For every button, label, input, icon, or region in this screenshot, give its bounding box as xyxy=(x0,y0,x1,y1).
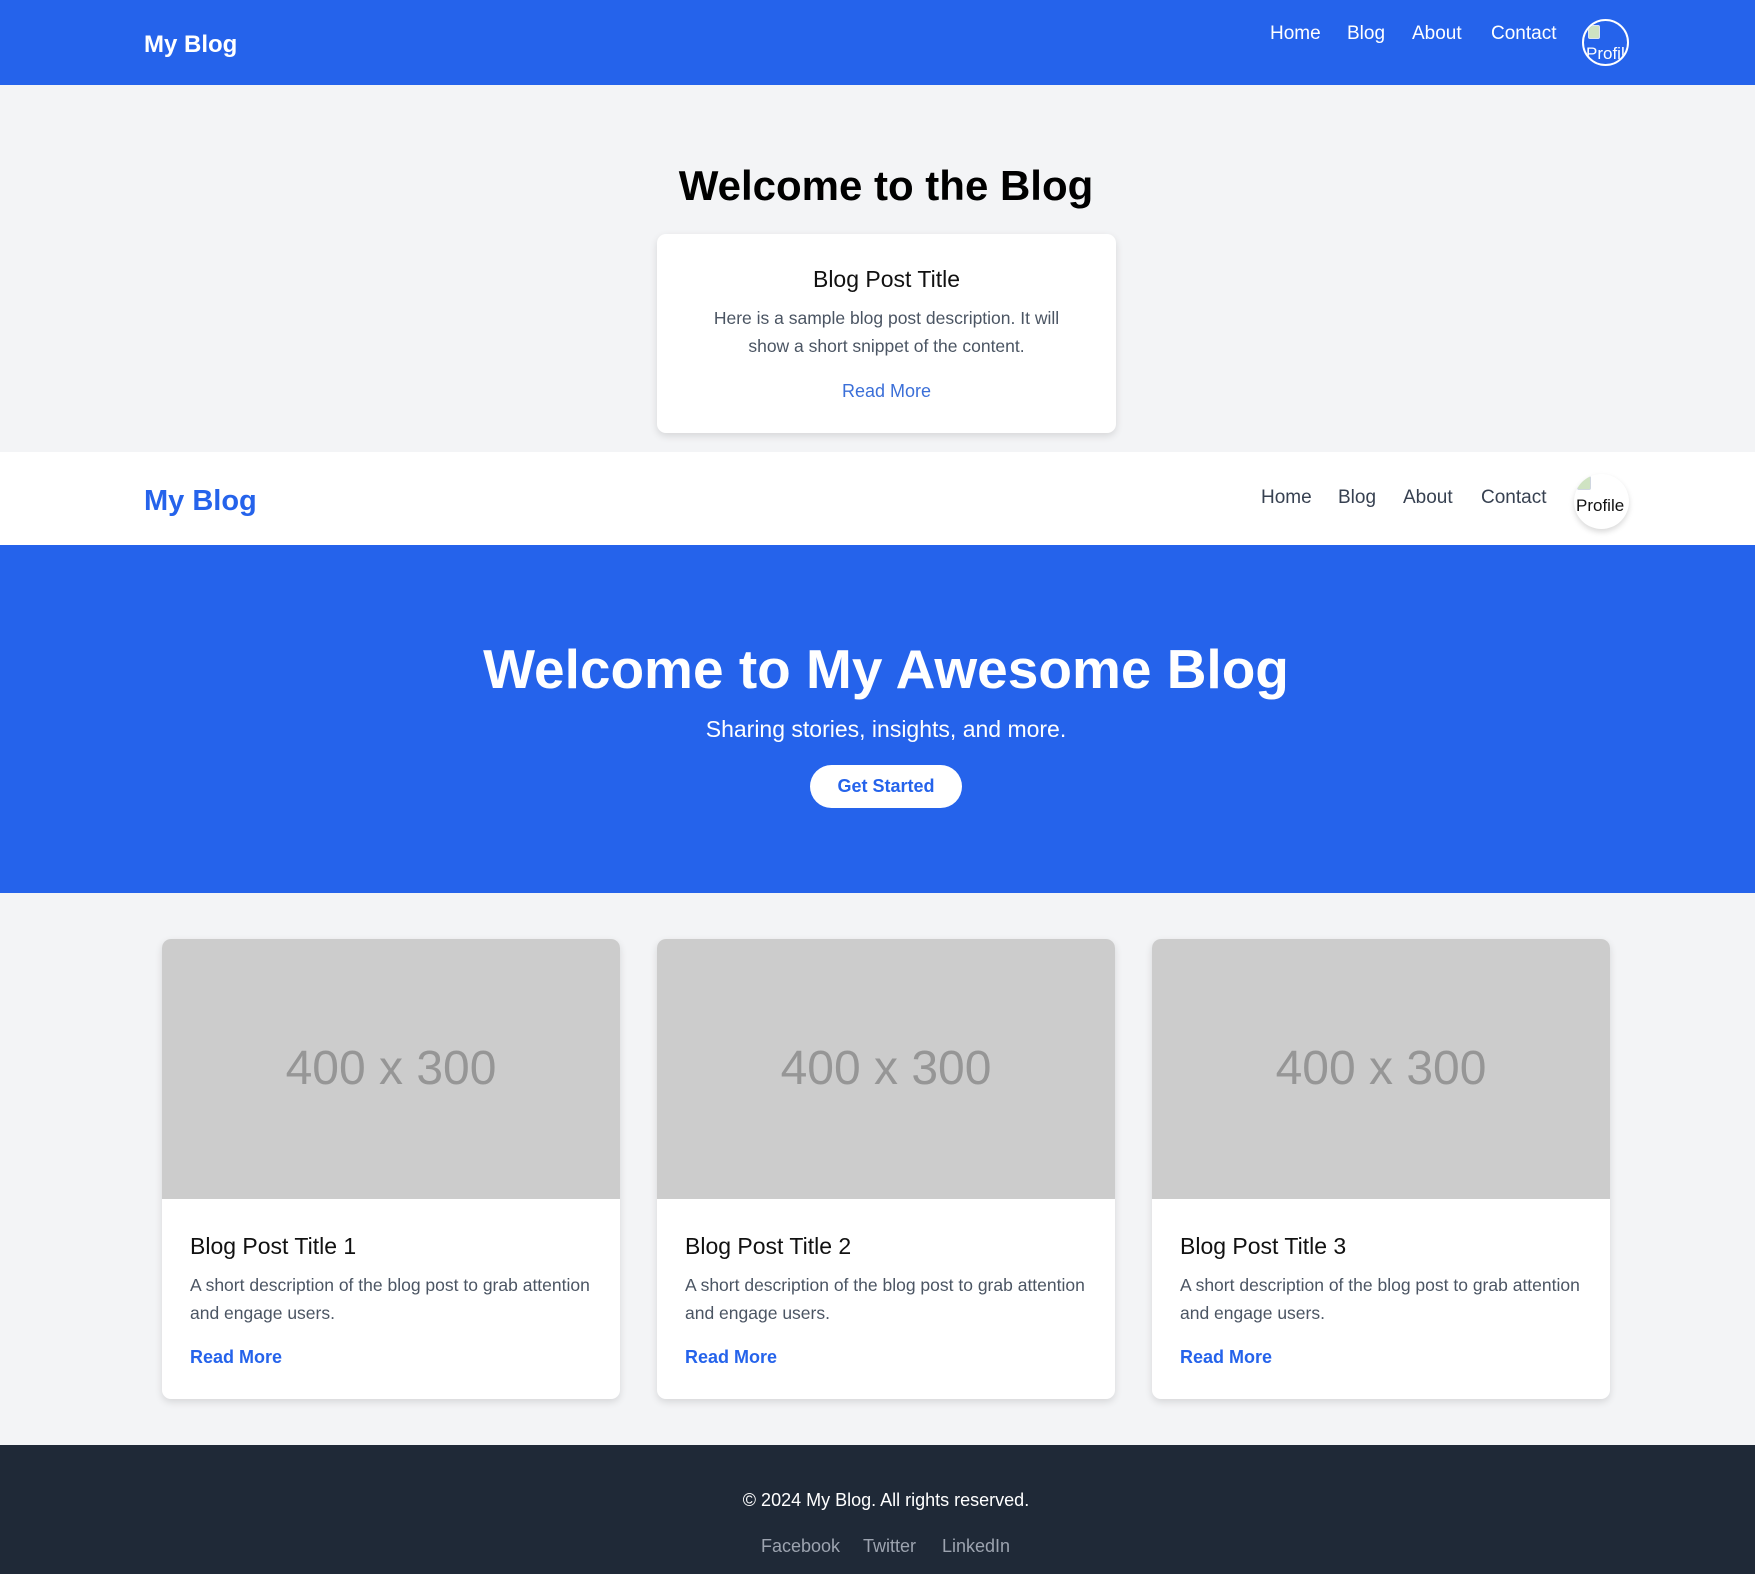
blog-post-card: 400 x 300 Blog Post Title 1 A short desc… xyxy=(162,939,620,1399)
broken-image-icon xyxy=(1588,25,1600,39)
site-logo[interactable]: My Blog xyxy=(144,28,237,62)
post-title: Blog Post Title 1 xyxy=(190,1233,357,1259)
post-image-placeholder: 400 x 300 xyxy=(1152,939,1610,1199)
hero-section: Welcome to My Awesome Blog Sharing stori… xyxy=(0,545,1755,893)
hero-title: Welcome to My Awesome Blog xyxy=(483,638,1289,700)
post-title: Blog Post Title xyxy=(812,266,961,292)
get-started-button[interactable]: Get Started xyxy=(810,765,962,808)
copyright-text: © 2024 My Blog. All rights reserved. xyxy=(742,1490,1030,1510)
image-size-label: 400 x 300 xyxy=(285,1042,497,1095)
nav-home-link[interactable]: Home xyxy=(1261,484,1312,512)
footer-link-facebook[interactable]: Facebook xyxy=(761,1534,840,1558)
avatar-alt-text: Profile xyxy=(1586,44,1627,63)
site-logo[interactable]: My Blog xyxy=(144,482,257,520)
post-description: A short description of the blog post to … xyxy=(190,1275,590,1323)
avatar[interactable]: Profile xyxy=(1582,19,1629,66)
site-footer: © 2024 My Blog. All rights reserved. Fac… xyxy=(0,1445,1755,1574)
post-description: Here is a sample blog post description. … xyxy=(713,308,1060,356)
broken-image-icon xyxy=(1577,476,1591,490)
read-more-link[interactable]: Read More xyxy=(685,1345,777,1369)
blog-post-card: 400 x 300 Blog Post Title 2 A short desc… xyxy=(657,939,1115,1399)
nav-contact-link[interactable]: Contact xyxy=(1491,20,1556,48)
footer-link-linkedin[interactable]: LinkedIn xyxy=(942,1534,1010,1558)
avatar-alt-text: Profile xyxy=(1576,496,1625,515)
section-title: Welcome to the Blog xyxy=(678,162,1094,210)
post-image-placeholder: 400 x 300 xyxy=(162,939,620,1199)
site-header: My Blog Home Blog About Contact Profile xyxy=(0,452,1755,545)
nav-blog-link[interactable]: Blog xyxy=(1338,484,1376,512)
nav-about-link[interactable]: About xyxy=(1403,484,1453,512)
nav-blog-link[interactable]: Blog xyxy=(1347,20,1385,48)
read-more-link[interactable]: Read More xyxy=(190,1345,282,1369)
post-image-placeholder: 400 x 300 xyxy=(657,939,1115,1199)
featured-post-card: Blog Post Title Here is a sample blog po… xyxy=(657,234,1116,433)
image-size-label: 400 x 300 xyxy=(780,1042,992,1095)
footer-link-twitter[interactable]: Twitter xyxy=(863,1534,916,1558)
post-title: Blog Post Title 3 xyxy=(1180,1233,1347,1259)
hero-subtitle: Sharing stories, insights, and more. xyxy=(705,716,1067,742)
nav-home-link[interactable]: Home xyxy=(1270,20,1321,48)
post-description: A short description of the blog post to … xyxy=(1180,1275,1580,1323)
read-more-link[interactable]: Read More xyxy=(657,379,1116,403)
image-size-label: 400 x 300 xyxy=(1275,1042,1487,1095)
avatar[interactable]: Profile xyxy=(1574,474,1629,529)
nav-about-link[interactable]: About xyxy=(1412,20,1462,48)
read-more-link[interactable]: Read More xyxy=(1180,1345,1272,1369)
nav-contact-link[interactable]: Contact xyxy=(1481,484,1546,512)
blog-post-card: 400 x 300 Blog Post Title 3 A short desc… xyxy=(1152,939,1610,1399)
post-description: A short description of the blog post to … xyxy=(685,1275,1085,1323)
top-header: My Blog Home Blog About Contact Profile xyxy=(0,0,1755,85)
post-title: Blog Post Title 2 xyxy=(685,1233,852,1259)
